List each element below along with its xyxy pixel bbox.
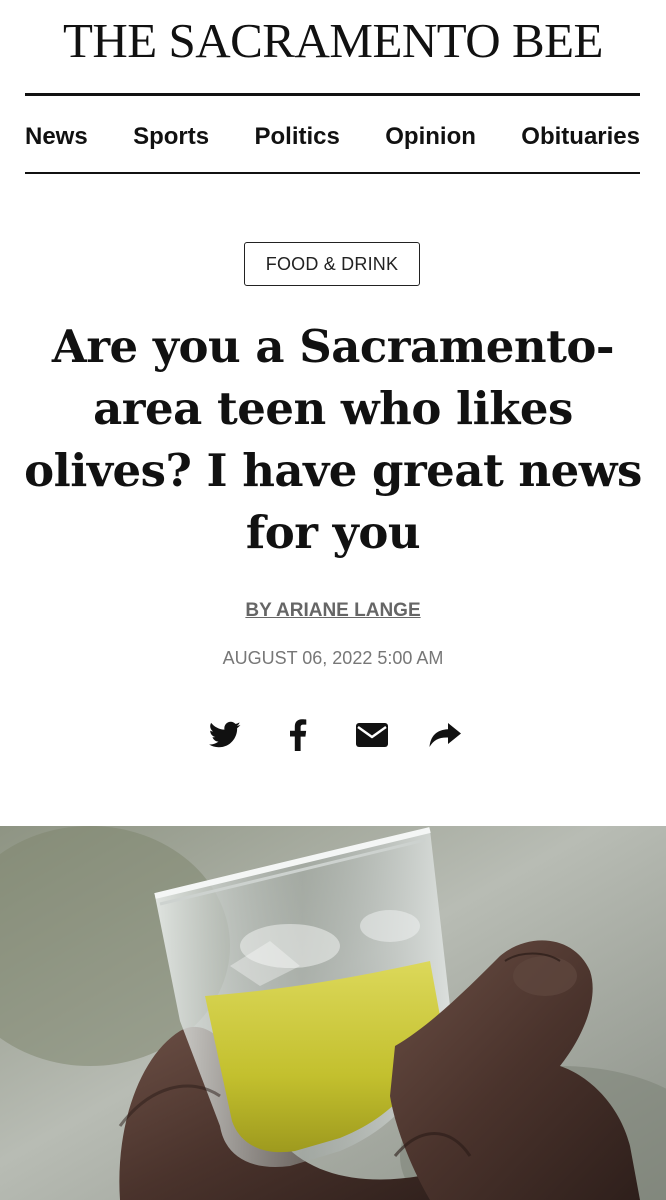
- nav-rule-bottom: [25, 172, 640, 174]
- section-tag[interactable]: FOOD & DRINK: [244, 242, 420, 286]
- nav-item-news[interactable]: News: [25, 123, 88, 151]
- byline-link[interactable]: BY ARIANE LANGE: [0, 600, 666, 622]
- email-icon[interactable]: [352, 715, 392, 755]
- olive-oil-glass-photo: [0, 826, 666, 1200]
- nav-item-obituaries[interactable]: Obituaries: [521, 123, 640, 151]
- section-tag-label: FOOD & DRINK: [265, 253, 399, 274]
- share-bar: [205, 715, 465, 755]
- article-headline: Are you a Sacramento-area teen who likes…: [24, 320, 642, 559]
- nav-item-sports[interactable]: Sports: [133, 123, 209, 151]
- facebook-icon[interactable]: [278, 715, 318, 755]
- masthead-rule-top: [25, 93, 640, 96]
- nav-item-opinion[interactable]: Opinion: [385, 123, 476, 151]
- share-arrow-icon[interactable]: [425, 715, 465, 755]
- masthead-title[interactable]: THE SACRAMENTO BEE: [0, 6, 666, 76]
- publish-date: AUGUST 06, 2022 5:00 AM: [222, 648, 444, 668]
- twitter-icon[interactable]: [205, 715, 245, 755]
- hero-image[interactable]: [0, 826, 666, 1200]
- main-nav: News Sports Politics Opinion Obituaries: [25, 118, 640, 156]
- nav-item-politics[interactable]: Politics: [255, 123, 340, 151]
